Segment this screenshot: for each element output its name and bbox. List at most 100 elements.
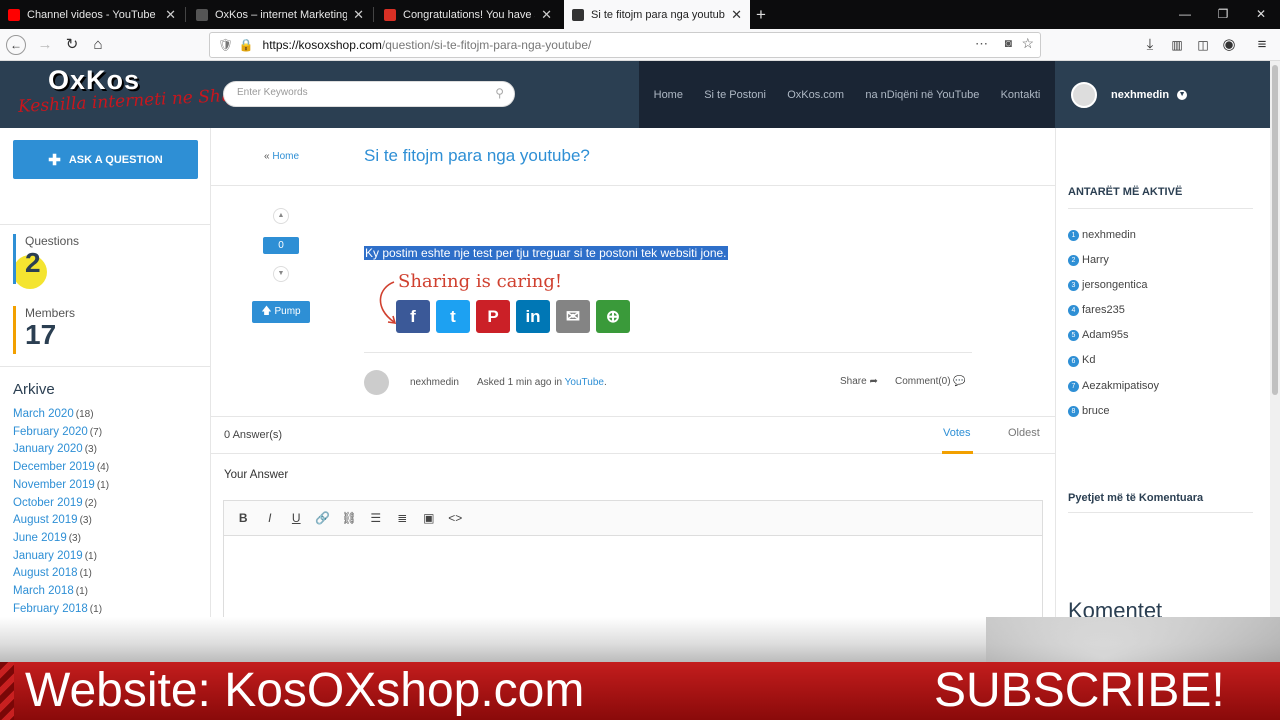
- archive-month-link[interactable]: January 2020: [13, 443, 83, 455]
- twitter-share-button[interactable]: t: [436, 300, 470, 333]
- linkedin-icon: in: [525, 306, 541, 326]
- archive-month-link[interactable]: August 2019: [13, 514, 78, 526]
- address-bar[interactable]: 🛡 🔒 https://kosoxshop.com/question/si-te…: [209, 32, 1041, 58]
- archive-month-link[interactable]: February 2018: [13, 603, 88, 615]
- question-header: « Home Si te fitojm para nga youtube?: [211, 128, 1055, 186]
- close-tab-icon[interactable]: ✕: [353, 7, 364, 23]
- nav-kontakti[interactable]: Kontakti: [1001, 89, 1041, 101]
- menu-icon[interactable]: ≡: [1252, 35, 1272, 55]
- tab-favicon-icon: [572, 8, 584, 21]
- author-avatar[interactable]: [364, 370, 389, 395]
- new-tab-button[interactable]: +: [756, 5, 766, 25]
- tab-votes[interactable]: Votes: [943, 427, 971, 439]
- breadcrumb-arrow: «: [264, 151, 270, 162]
- downvote-icon[interactable]: ▼: [273, 266, 289, 282]
- breadcrumb-home-link[interactable]: Home: [272, 151, 299, 162]
- page-scrollbar[interactable]: [1270, 61, 1280, 620]
- active-member-item[interactable]: 1 nexhmedin: [1068, 223, 1159, 248]
- close-tab-icon[interactable]: ✕: [165, 7, 176, 23]
- nav-si-te-postoni[interactable]: Si te Postoni: [704, 89, 766, 101]
- close-tab-icon[interactable]: ✕: [731, 7, 742, 23]
- tab-favicon-icon: [196, 8, 208, 21]
- reload-icon[interactable]: ↻: [62, 35, 82, 55]
- banner-stripes: [0, 662, 14, 720]
- pocket-icon[interactable]: ◙: [1005, 36, 1012, 50]
- active-member-item[interactable]: 7 Aezakmipatisoy: [1068, 374, 1159, 399]
- bookmark-star-icon[interactable]: ☆: [1021, 35, 1034, 52]
- library-icon[interactable]: ▥: [1167, 35, 1187, 55]
- members-stat: Members 17: [13, 306, 193, 354]
- archive-month-link[interactable]: January 2019: [13, 550, 83, 562]
- page-actions-icon[interactable]: ⋯: [975, 36, 988, 52]
- restore-icon[interactable]: ❐: [1204, 0, 1242, 29]
- search-icon[interactable]: ⚲: [495, 86, 504, 100]
- url-host: https://kosoxshop.com: [262, 38, 382, 52]
- archive-month-link[interactable]: October 2019: [13, 497, 83, 509]
- close-tab-icon[interactable]: ✕: [541, 7, 552, 23]
- search-input[interactable]: [237, 87, 487, 98]
- pinterest-share-button[interactable]: P: [476, 300, 510, 333]
- facebook-share-button[interactable]: f: [396, 300, 430, 333]
- archive-month-link[interactable]: March 2020: [13, 408, 74, 420]
- category-link[interactable]: YouTube: [565, 377, 604, 388]
- image-icon[interactable]: ▣: [416, 511, 443, 525]
- members-count: 17: [25, 319, 57, 350]
- linkedin-share-button[interactable]: in: [516, 300, 550, 333]
- upvote-icon[interactable]: ▲: [273, 208, 289, 224]
- scrollbar-thumb[interactable]: [1272, 65, 1278, 395]
- code-icon[interactable]: <>: [442, 511, 469, 525]
- forward-icon[interactable]: →: [35, 35, 55, 55]
- pump-button[interactable]: 🡅 Pump: [252, 301, 310, 323]
- underline-icon[interactable]: U: [283, 511, 310, 525]
- chevron-down-icon[interactable]: ▼: [1177, 90, 1188, 100]
- nav-home[interactable]: Home: [654, 89, 683, 101]
- archive-month-link[interactable]: February 2020: [13, 426, 88, 438]
- active-member-item[interactable]: 2 Harry: [1068, 248, 1159, 273]
- active-member-item[interactable]: 3 jersongentica: [1068, 273, 1159, 298]
- link-icon[interactable]: 🔗: [310, 511, 337, 525]
- home-icon[interactable]: ⌂: [88, 35, 108, 55]
- divider: [1068, 208, 1253, 209]
- archive-month-link[interactable]: June 2019: [13, 532, 67, 544]
- tab-oldest[interactable]: Oldest: [1008, 427, 1040, 439]
- browser-tab[interactable]: Channel videos - YouTube Studio ✕: [0, 0, 184, 29]
- breadcrumb: « Home: [264, 151, 299, 162]
- user-menu[interactable]: nexhmedin ▼: [1071, 82, 1188, 108]
- bold-icon[interactable]: B: [230, 511, 257, 525]
- archive-month-link[interactable]: November 2019: [13, 479, 95, 491]
- share-link[interactable]: Share ➦: [840, 376, 878, 387]
- archive-month-link[interactable]: December 2019: [13, 461, 95, 473]
- back-icon[interactable]: ←: [6, 35, 26, 55]
- browser-tab[interactable]: OxKos – internet Marketing – K ✕: [188, 0, 372, 29]
- nav-youtube[interactable]: na nDiqëni në YouTube: [865, 89, 979, 101]
- browser-tab[interactable]: Si te fitojm para nga youtube? ✕: [564, 0, 750, 29]
- archive-month-link[interactable]: August 2018: [13, 567, 78, 579]
- active-member-item[interactable]: 5 Adam95s: [1068, 323, 1159, 348]
- right-sidebar: ANTARËT MË AKTIVË 1 nexhmedin 2 Harry 3 jerso…: [1055, 128, 1270, 623]
- email-share-button[interactable]: ✉: [556, 300, 590, 333]
- minimize-icon[interactable]: —: [1166, 0, 1204, 29]
- italic-icon[interactable]: I: [257, 511, 284, 525]
- active-member-item[interactable]: 8 bruce: [1068, 399, 1159, 424]
- unlink-icon[interactable]: ⛓: [336, 511, 363, 525]
- vote-count: 0: [263, 237, 299, 254]
- divider: [1068, 512, 1253, 513]
- sidebar-icon[interactable]: ◫: [1193, 35, 1213, 55]
- nav-oxkos[interactable]: OxKos.com: [787, 89, 844, 101]
- active-member-item[interactable]: 6 Kd: [1068, 348, 1159, 373]
- author-name[interactable]: nexhmedin: [410, 377, 459, 388]
- download-icon[interactable]: ⤓: [1140, 35, 1160, 55]
- close-window-icon[interactable]: ✕: [1242, 0, 1280, 29]
- archive-month-link[interactable]: March 2018: [13, 585, 74, 597]
- comment-link[interactable]: Comment(0) 💬: [895, 376, 966, 387]
- plus-icon: ✚: [48, 151, 61, 169]
- browser-tab[interactable]: Congratulations! You have succ ✕: [376, 0, 560, 29]
- ask-question-button[interactable]: ✚ ASK A QUESTION: [13, 140, 198, 179]
- account-icon[interactable]: ◉: [1219, 35, 1239, 55]
- active-member-item[interactable]: 4 fares235: [1068, 298, 1159, 323]
- bullet-list-icon[interactable]: ☰: [363, 511, 390, 525]
- search-box: ⚲: [223, 81, 515, 107]
- active-members-title: ANTARËT MË AKTIVË: [1068, 186, 1183, 198]
- numbered-list-icon[interactable]: ≣: [389, 511, 416, 525]
- more-share-button[interactable]: ⊕: [596, 300, 630, 333]
